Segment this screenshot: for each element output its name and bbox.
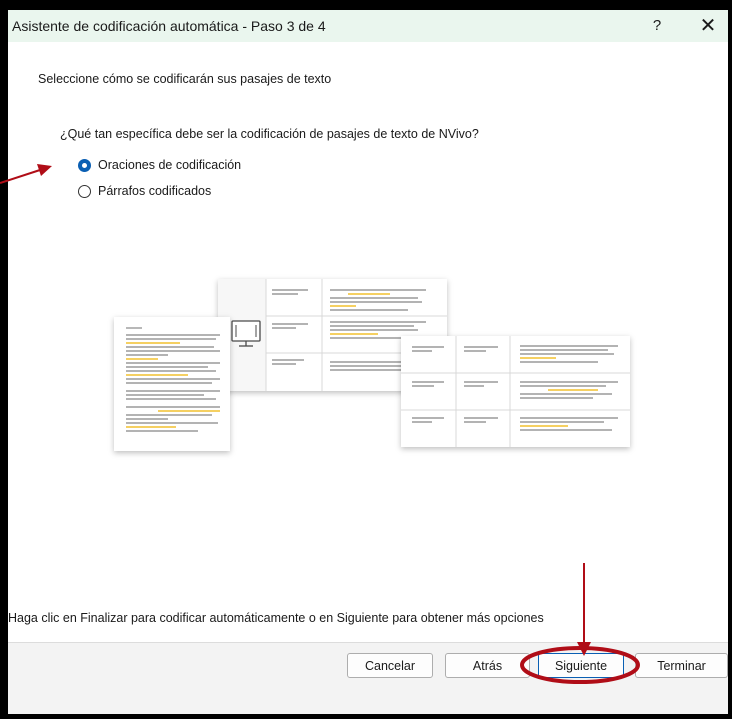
table-illustration-back — [218, 279, 447, 391]
table-illustration-front — [401, 336, 630, 447]
radio-option-sentences[interactable]: Oraciones de codificación — [78, 156, 241, 174]
screenshot-border-left — [0, 0, 8, 719]
step-subtitle: Seleccione cómo se codificarán sus pasaj… — [38, 72, 332, 86]
close-button[interactable]: ✕ — [694, 13, 722, 39]
radio-label-sentences: Oraciones de codificación — [98, 158, 242, 172]
back-button[interactable]: Atrás — [445, 653, 530, 678]
screenshot-border-bottom — [0, 714, 732, 719]
document-illustration — [114, 317, 230, 451]
finish-button[interactable]: Terminar — [635, 653, 728, 678]
monitor-icon — [231, 320, 261, 347]
radio-selected-icon[interactable] — [78, 158, 91, 172]
radio-label-paragraphs: Párrafos codificados — [98, 184, 212, 198]
title-bar: Asistente de codificación automática - P… — [8, 10, 728, 42]
help-button[interactable]: ? — [645, 15, 669, 37]
screenshot-border-top — [0, 0, 732, 10]
radio-unselected-icon[interactable] — [78, 184, 91, 198]
radio-option-paragraphs[interactable]: Párrafos codificados — [78, 182, 211, 200]
next-button[interactable]: Siguiente — [538, 653, 624, 678]
coding-illustration — [114, 279, 630, 451]
screenshot-border-right — [728, 0, 732, 719]
window-title: Asistente de codificación automática - P… — [12, 18, 326, 34]
coding-question: ¿Qué tan específica debe ser la codifica… — [60, 127, 479, 141]
wizard-dialog: Asistente de codificación automática - P… — [8, 10, 728, 714]
cancel-button[interactable]: Cancelar — [347, 653, 433, 678]
footer-hint: Haga clic en Finalizar para codificar au… — [8, 611, 544, 625]
